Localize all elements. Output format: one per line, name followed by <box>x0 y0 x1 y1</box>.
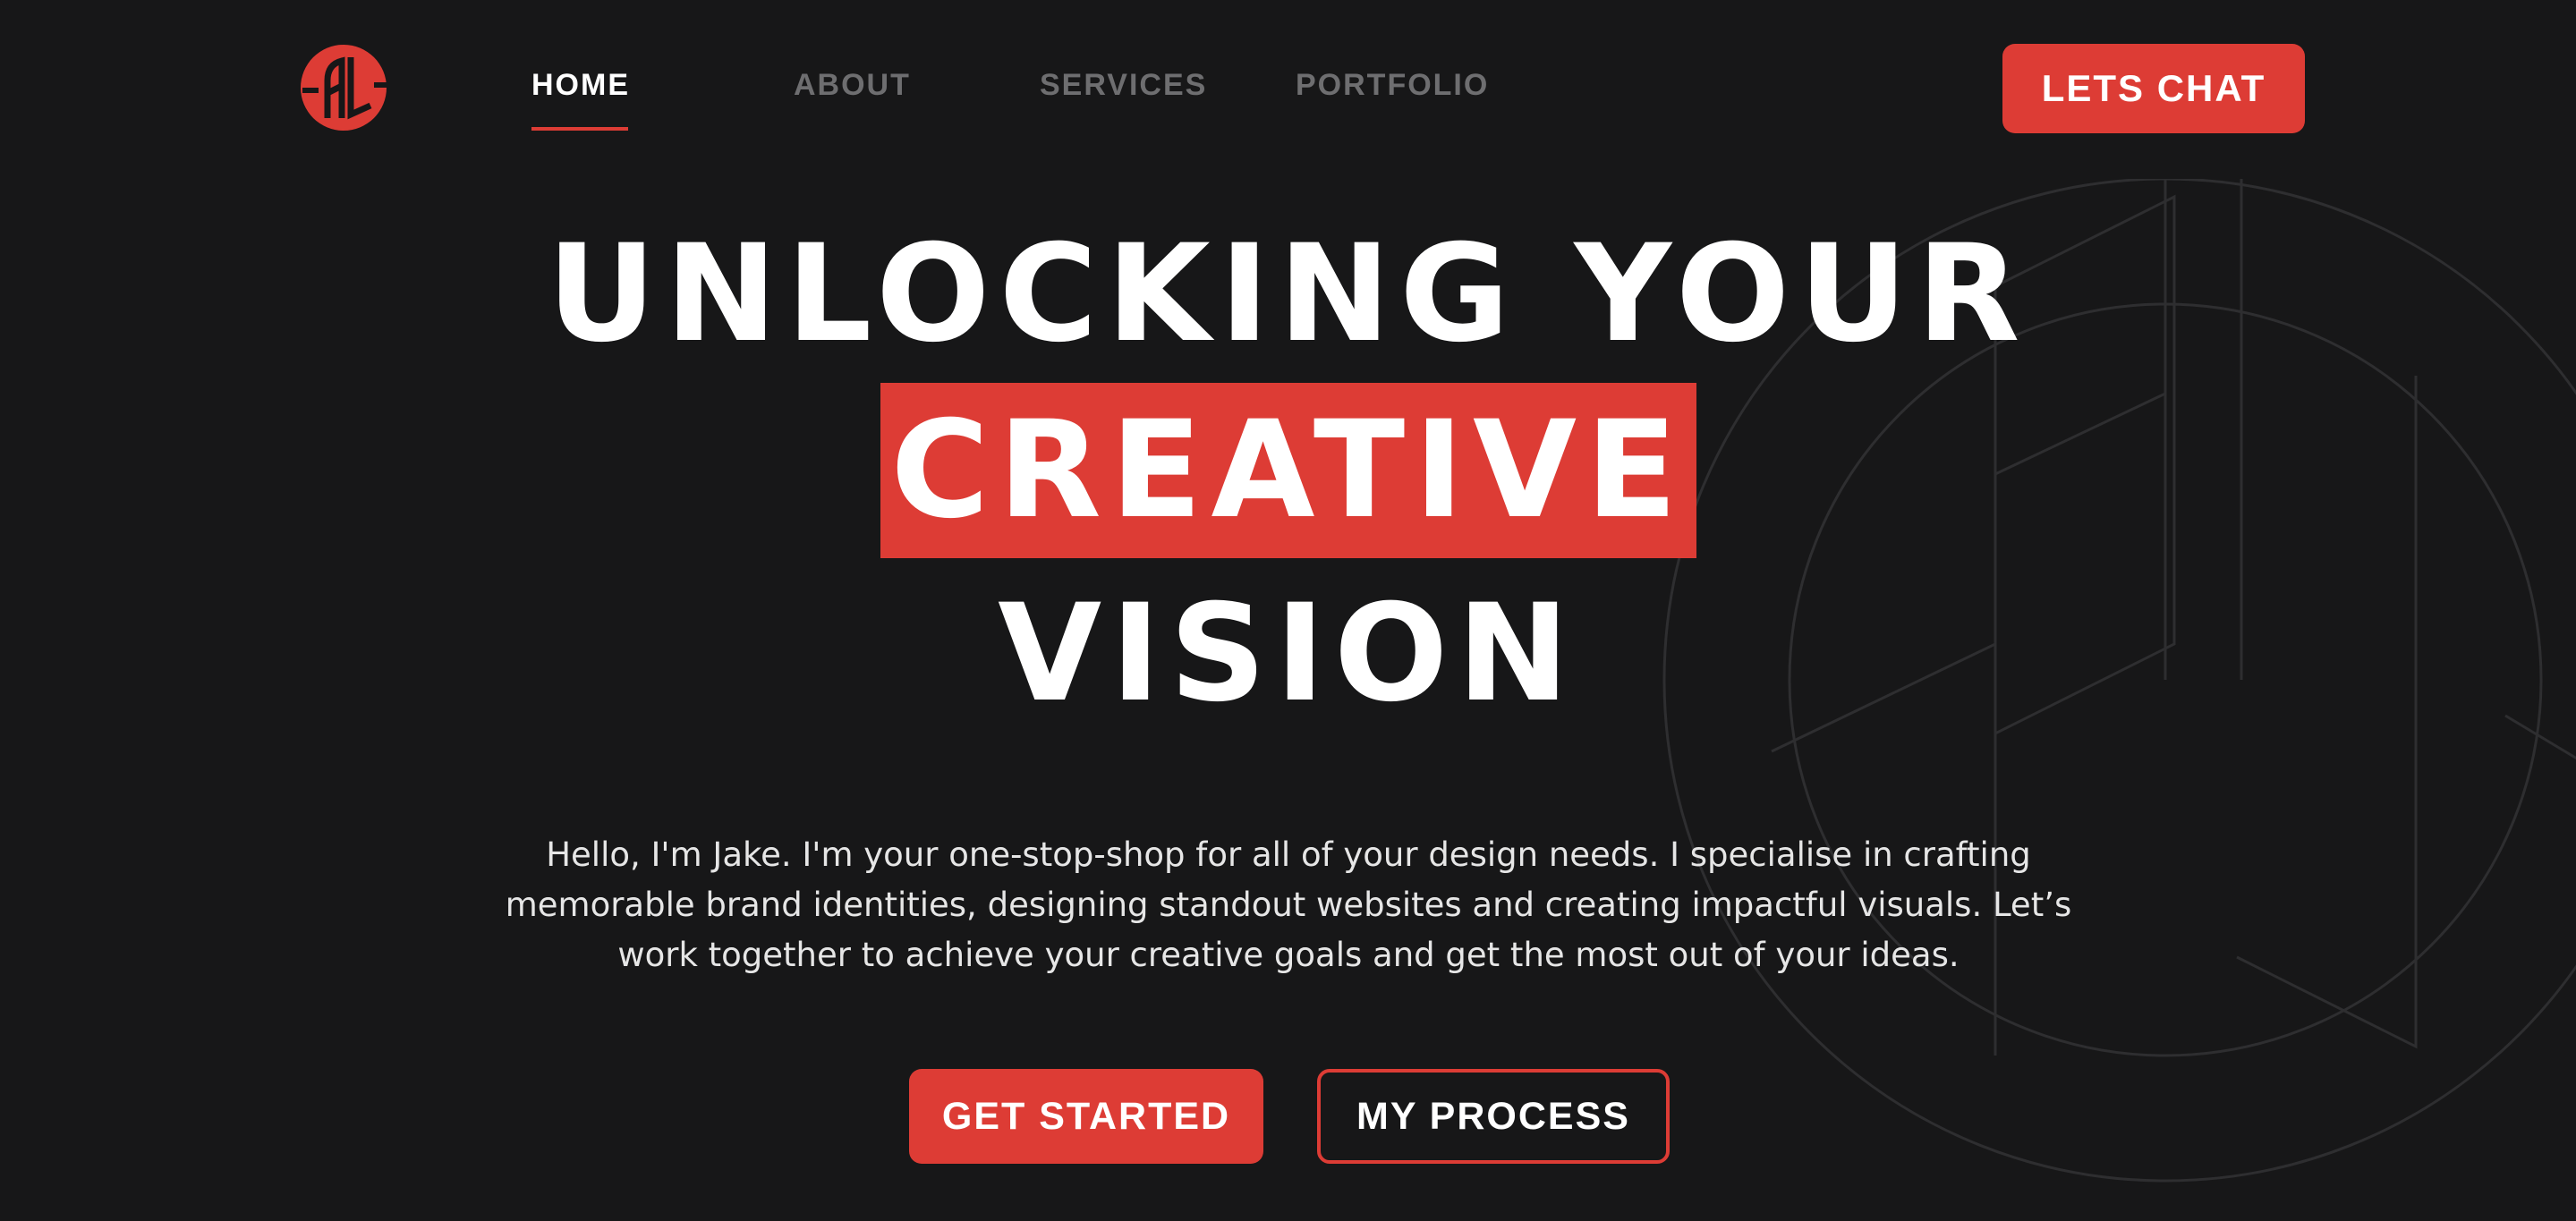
lets-chat-button[interactable]: LETS CHAT <box>2002 44 2305 133</box>
nav-item-services[interactable]: SERVICES <box>1040 68 1207 103</box>
intro-line: memorable brand identities, designing st… <box>505 886 2072 924</box>
main-navigation: HOME ABOUT SERVICES PORTFOLIO LETS CHAT <box>0 0 2576 143</box>
hero-headline-line-1: UNLOCKING YOUR <box>547 216 2029 372</box>
get-started-button[interactable]: GET STARTED <box>909 1069 1263 1164</box>
hero-intro-paragraph: Hello, I'm Jake. I'm your one-stop-shop … <box>501 830 2076 980</box>
intro-line: Hello, I'm Jake. I'm your one-stop-shop … <box>546 835 2031 874</box>
nav-item-about[interactable]: ABOUT <box>794 68 911 103</box>
my-process-button[interactable]: MY PROCESS <box>1317 1069 1670 1164</box>
intro-line: work together to achieve your creative g… <box>617 936 1960 974</box>
hero-headline-line-3: VISION <box>998 576 1578 732</box>
nav-active-indicator <box>531 127 628 131</box>
nav-item-portfolio[interactable]: PORTFOLIO <box>1296 68 1489 103</box>
nav-item-home[interactable]: HOME <box>531 68 630 103</box>
hero-headline-highlight: CREATIVE <box>880 383 1696 558</box>
